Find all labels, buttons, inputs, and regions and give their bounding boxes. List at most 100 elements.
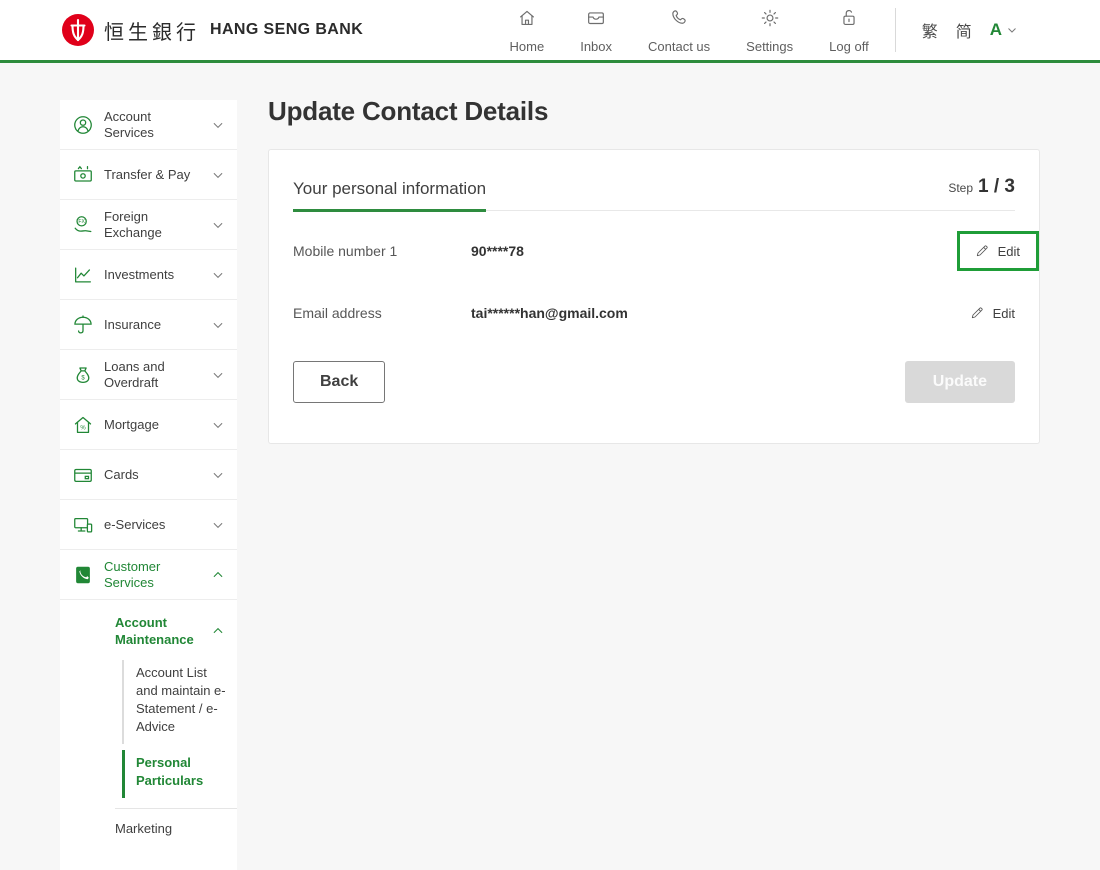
- nav-contact-us-label: Contact us: [648, 39, 710, 54]
- card-actions: Back Update: [293, 361, 1015, 403]
- nav-settings-label: Settings: [746, 39, 793, 54]
- fx-hand-icon: FX: [72, 214, 94, 236]
- chevron-down-icon: [211, 168, 225, 182]
- sidebar-item-label: Foreign Exchange: [104, 209, 201, 241]
- person-circle-icon: [72, 114, 94, 136]
- page-title: Update Contact Details: [268, 96, 1040, 127]
- bank-name-english: HANG SENG BANK: [210, 21, 363, 39]
- svg-text:$: $: [81, 375, 85, 381]
- edit-email-button[interactable]: Edit: [969, 305, 1015, 321]
- hang-seng-logo-icon: [62, 14, 94, 46]
- chevron-down-icon: [211, 118, 225, 132]
- main-content: Update Contact Details Your personal inf…: [268, 96, 1040, 444]
- sidebar-item-account-list-estatement[interactable]: Account List and maintain e-Statement / …: [122, 660, 227, 744]
- sidebar-item-label: Mortgage: [104, 417, 201, 433]
- back-button[interactable]: Back: [293, 361, 385, 403]
- email-address-value: tai******han@gmail.com: [471, 305, 969, 321]
- nav-inbox[interactable]: Inbox: [580, 7, 612, 54]
- chevron-down-icon: [211, 518, 225, 532]
- bank-name-chinese: 恒生銀行: [104, 16, 200, 45]
- sidebar-item-mortgage[interactable]: % Mortgage: [60, 400, 237, 450]
- nav-home[interactable]: Home: [510, 7, 545, 54]
- step-label: Step: [948, 181, 973, 195]
- chevron-down-icon: [211, 318, 225, 332]
- pencil-icon: [969, 305, 985, 321]
- sidebar-item-loans-overdraft[interactable]: $ Loans and Overdraft: [60, 350, 237, 400]
- lang-simplified-chinese[interactable]: 简: [956, 18, 972, 42]
- lang-traditional-chinese[interactable]: 繁: [922, 18, 938, 42]
- home-icon: [516, 7, 538, 34]
- credit-card-icon: [72, 464, 94, 486]
- chevron-down-icon: [211, 268, 225, 282]
- header-divider: [895, 8, 896, 52]
- chevron-down-icon: [211, 418, 225, 432]
- edit-button-label: Edit: [993, 306, 1015, 321]
- section-title: Your personal information: [293, 179, 486, 212]
- chevron-down-icon: [211, 468, 225, 482]
- sidebar-menu: Account Services Transfer & Pay FX Forei…: [60, 100, 237, 870]
- umbrella-icon: [72, 314, 94, 336]
- email-address-row: Email address tai******han@gmail.com Edi…: [293, 291, 1015, 335]
- chevron-up-icon: [211, 624, 225, 638]
- gear-icon: [759, 7, 781, 34]
- mobile-number-value: 90****78: [471, 243, 957, 259]
- sidebar-item-account-services[interactable]: Account Services: [60, 100, 237, 150]
- transfer-icon: [72, 164, 94, 186]
- personal-information-card: Your personal information Step 1 / 3 Mobi…: [268, 149, 1040, 444]
- edit-button-label: Edit: [998, 244, 1020, 259]
- unlock-icon: [838, 7, 860, 34]
- sidebar-item-investments[interactable]: Investments: [60, 250, 237, 300]
- svg-text:FX: FX: [78, 219, 85, 225]
- card-header: Your personal information Step 1 / 3: [293, 176, 1015, 211]
- sidebar-item-label: Insurance: [104, 317, 201, 333]
- bank-logo-area[interactable]: 恒生銀行 HANG SENG BANK: [62, 14, 363, 46]
- sidebar-item-marketing[interactable]: Marketing: [60, 809, 237, 840]
- font-size-label: A: [990, 20, 1002, 40]
- sidebar-item-customer-services[interactable]: Customer Services: [60, 550, 237, 600]
- sidebar-item-insurance[interactable]: Insurance: [60, 300, 237, 350]
- edit-email-wrap: Edit: [969, 296, 1015, 330]
- edit-highlight-box: Edit: [957, 231, 1039, 271]
- monitor-phone-icon: [72, 514, 94, 536]
- header-nav: Home Inbox Contact us: [510, 7, 869, 54]
- step-indicator: Step 1 / 3: [948, 176, 1015, 210]
- chevron-down-icon: [1006, 24, 1018, 36]
- pencil-icon: [974, 243, 990, 259]
- email-address-label: Email address: [293, 305, 471, 321]
- sidebar-item-label: Customer Services: [104, 559, 201, 591]
- nav-log-off-label: Log off: [829, 39, 869, 54]
- submenu-label: Account Maintenance: [115, 614, 211, 648]
- nav-settings[interactable]: Settings: [746, 7, 793, 54]
- font-size-selector[interactable]: A: [990, 20, 1018, 40]
- top-header: 恒生銀行 HANG SENG BANK Home Inbox: [0, 0, 1100, 60]
- update-button[interactable]: Update: [905, 361, 1015, 403]
- sidebar-item-foreign-exchange[interactable]: FX Foreign Exchange: [60, 200, 237, 250]
- nav-log-off[interactable]: Log off: [829, 7, 869, 54]
- edit-mobile-button[interactable]: Edit: [974, 243, 1020, 259]
- mobile-number-label: Mobile number 1: [293, 243, 471, 259]
- chevron-up-icon: [211, 568, 225, 582]
- money-bag-icon: $: [72, 364, 94, 386]
- inbox-icon: [585, 7, 607, 34]
- service-doc-icon: [72, 564, 94, 586]
- language-controls: 繁 简 A: [922, 18, 1018, 42]
- header-green-rule: [0, 60, 1100, 63]
- house-percent-icon: %: [72, 414, 94, 436]
- sidebar-item-label: Cards: [104, 467, 201, 483]
- sidebar-item-label: Account Services: [104, 109, 201, 141]
- sidebar-item-account-maintenance[interactable]: Account Maintenance: [60, 600, 237, 660]
- sidebar-item-label: e-Services: [104, 517, 201, 533]
- nav-inbox-label: Inbox: [580, 39, 612, 54]
- sidebar-item-label: Investments: [104, 267, 201, 283]
- mobile-number-row: Mobile number 1 90****78 Edit: [293, 229, 1015, 273]
- svg-text:%: %: [80, 425, 86, 431]
- nav-contact-us[interactable]: Contact us: [648, 7, 710, 54]
- sidebar-item-transfer-pay[interactable]: Transfer & Pay: [60, 150, 237, 200]
- step-value: 1 / 3: [978, 176, 1015, 197]
- phone-icon: [668, 7, 690, 34]
- sidebar-item-label: Loans and Overdraft: [104, 359, 201, 391]
- sidebar-item-e-services[interactable]: e-Services: [60, 500, 237, 550]
- sidebar-item-personal-particulars[interactable]: Personal Particulars: [122, 750, 227, 798]
- sidebar-item-cards[interactable]: Cards: [60, 450, 237, 500]
- sidebar-item-label: Transfer & Pay: [104, 167, 201, 183]
